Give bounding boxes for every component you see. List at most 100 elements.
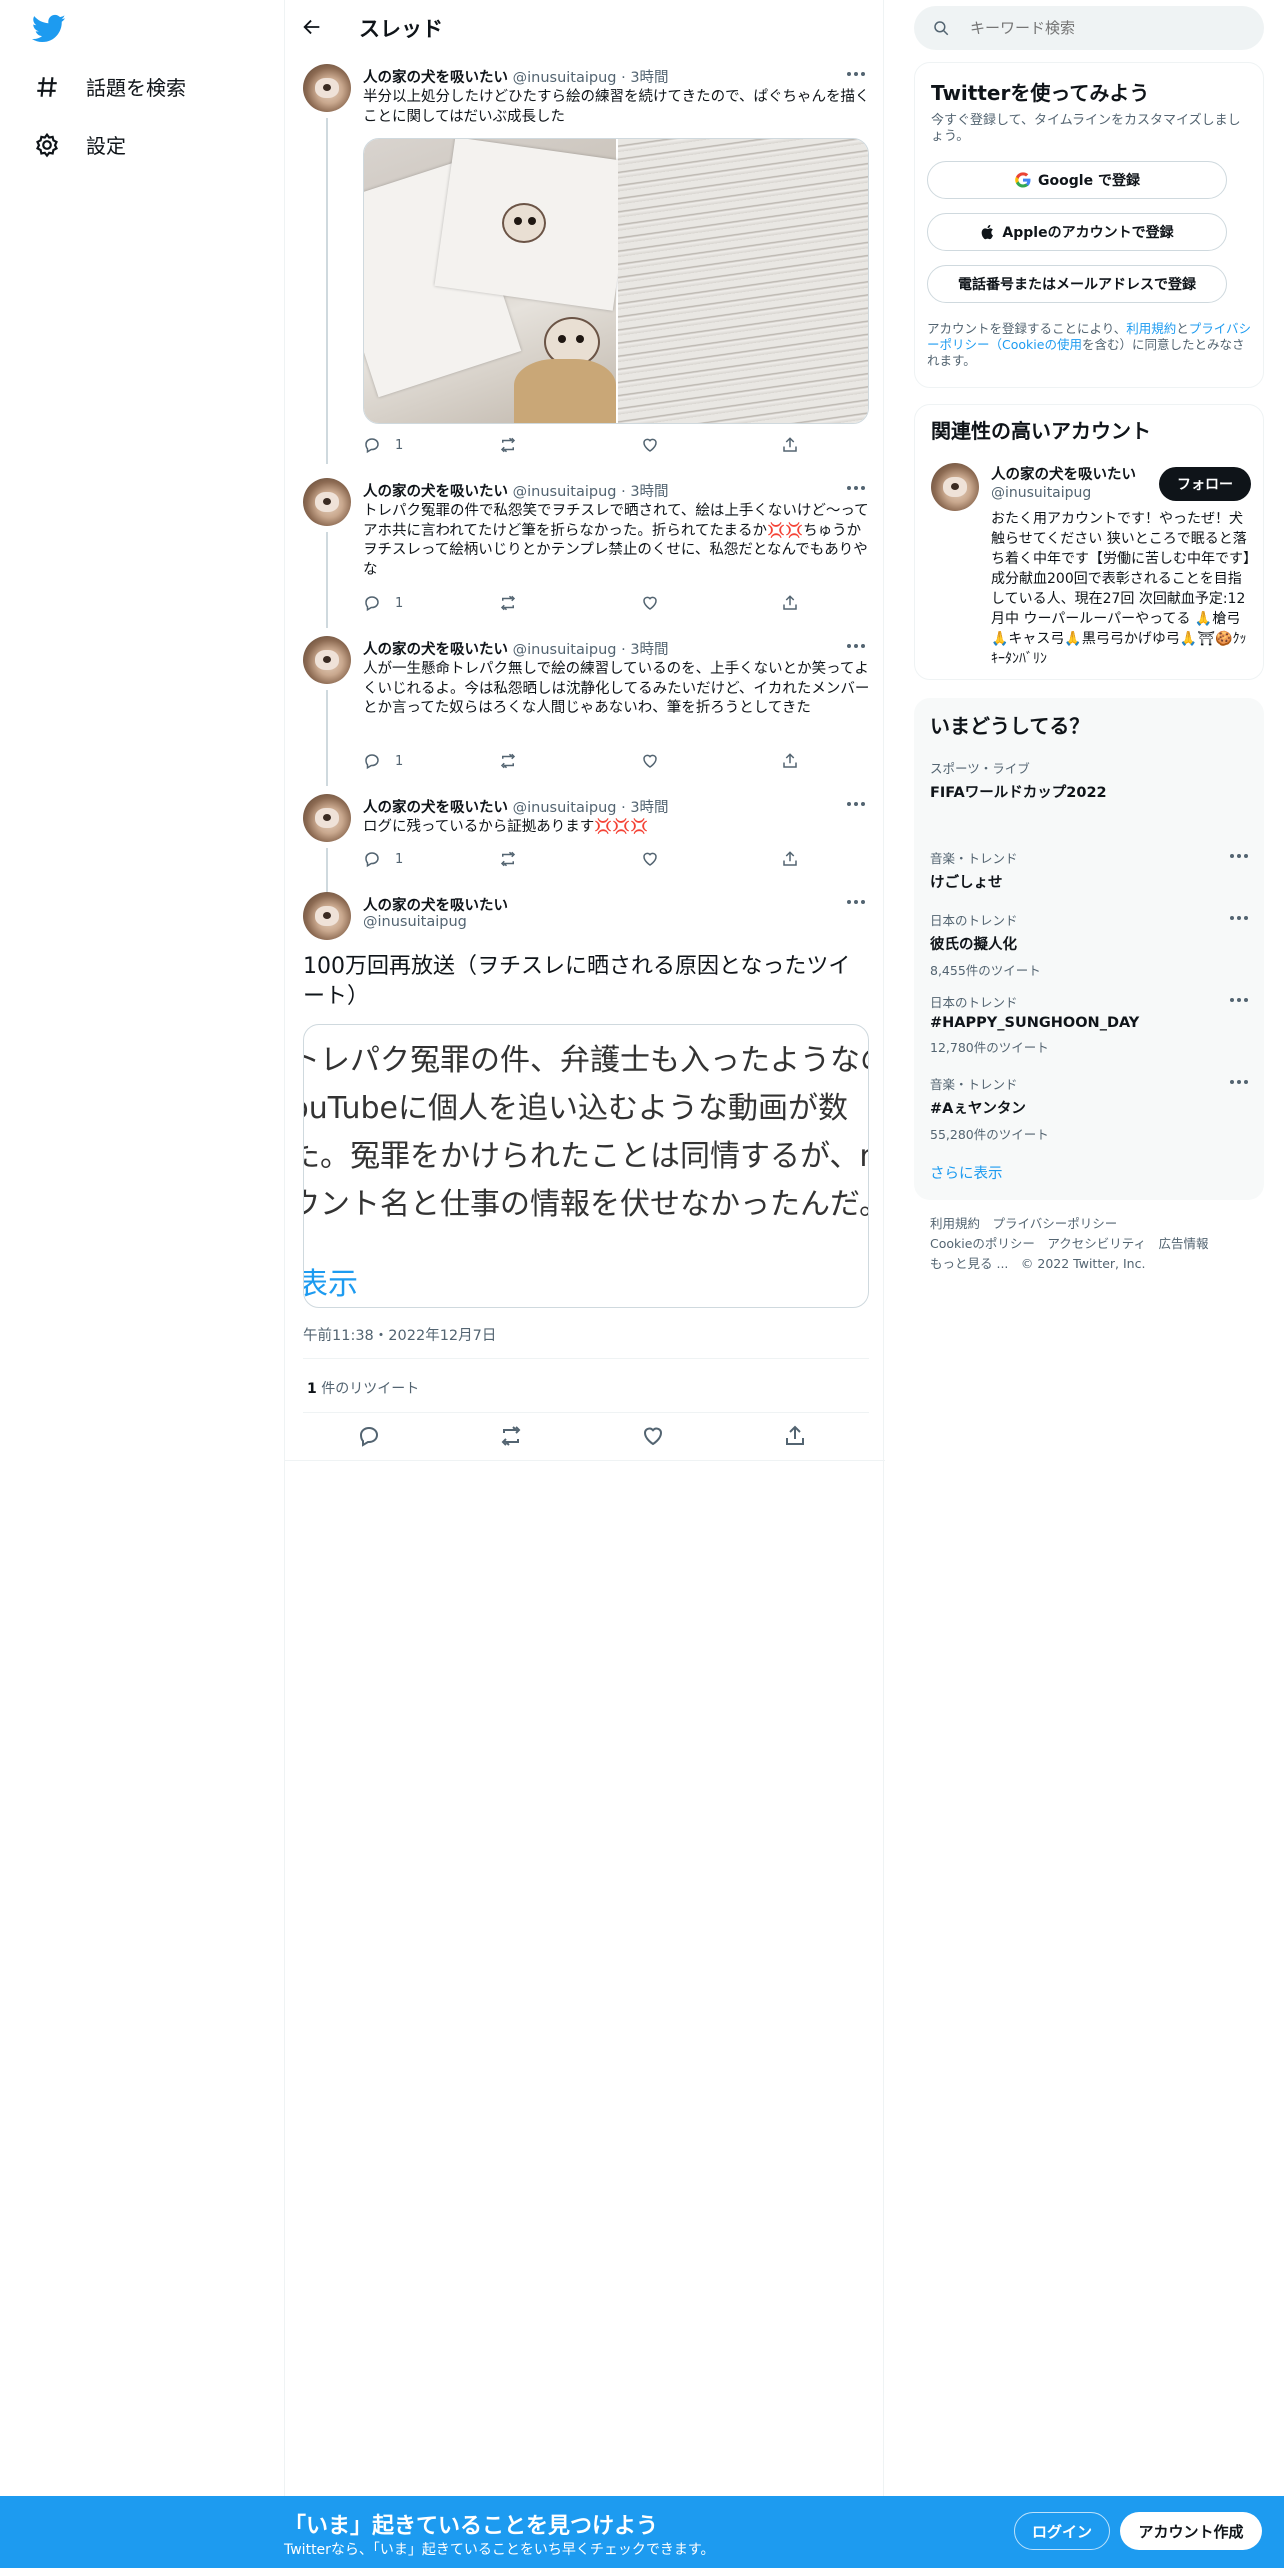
avatar[interactable] — [931, 463, 979, 511]
trend-item[interactable]: 日本のトレンド #HAPPY_SUNGHOON_DAY 12,780件のツイート — [930, 992, 1250, 1056]
avatar[interactable] — [303, 636, 351, 684]
tweet-time[interactable]: 3時間 — [630, 70, 668, 86]
like-icon[interactable] — [641, 594, 659, 612]
quote-show-more[interactable]: 表示 — [304, 1259, 358, 1303]
retweet-icon[interactable] — [499, 1424, 523, 1448]
nav-settings[interactable]: 設定 — [34, 130, 126, 159]
share-icon[interactable] — [781, 850, 799, 868]
terms-link[interactable]: 利用規約 — [1126, 321, 1176, 336]
author-handle[interactable]: @inusuitaipug — [363, 914, 467, 930]
author-handle[interactable]: @inusuitaipug — [513, 800, 617, 816]
search-input[interactable] — [970, 16, 1240, 40]
trend-item[interactable]: 音楽・トレンド #Aぇヤンタン 55,280件のツイート — [930, 1074, 1250, 1143]
footer-line[interactable]: Cookieのポリシー アクセシビリティ 広告情報 — [930, 1234, 1260, 1254]
account-handle[interactable]: @inusuitaipug — [991, 485, 1091, 501]
tweet-time[interactable]: 3時間 — [630, 484, 668, 500]
divider — [285, 1460, 885, 1461]
author-name[interactable]: 人の家の犬を吸いたい — [363, 70, 508, 86]
author-name[interactable]: 人の家の犬を吸いたい — [363, 642, 508, 658]
author-name[interactable]: 人の家の犬を吸いたい — [363, 800, 508, 816]
more-icon[interactable] — [1230, 854, 1248, 858]
more-icon[interactable] — [847, 72, 867, 78]
author-handle[interactable]: @inusuitaipug — [513, 484, 617, 500]
trend-category: スポーツ・ライブ — [930, 761, 1030, 776]
trend-name: 彼氏の擬人化 — [930, 937, 1017, 953]
share-icon[interactable] — [781, 594, 799, 612]
quote-line: YouTubeに個人を追い込むような動画が数 — [303, 1091, 848, 1126]
back-arrow-icon[interactable] — [301, 16, 323, 38]
follow-button[interactable]: フォロー — [1159, 467, 1251, 501]
reply-button[interactable]: 1 — [363, 436, 403, 454]
show-more-link[interactable]: さらに表示 — [930, 1162, 1003, 1183]
google-icon — [1015, 172, 1031, 188]
photo-drawing-stack[interactable] — [618, 139, 868, 423]
reply-icon[interactable] — [357, 1424, 381, 1448]
phone-signup-button[interactable]: 電話番号またはメールアドレスで登録 — [927, 265, 1227, 303]
reply-button[interactable]: 1 — [363, 850, 403, 868]
share-icon[interactable] — [783, 1424, 807, 1448]
share-icon[interactable] — [781, 752, 799, 770]
google-signup-button[interactable]: Google で登録 — [927, 161, 1227, 199]
more-icon[interactable] — [847, 644, 867, 650]
tweet-time[interactable]: 3時間 — [630, 800, 668, 816]
footer-line[interactable]: もっと見る ... © 2022 Twitter, Inc. — [930, 1254, 1260, 1274]
retweet-icon[interactable] — [499, 850, 517, 868]
trend-category: 音楽・トレンド — [930, 851, 1018, 866]
signup-button[interactable]: アカウント作成 — [1120, 2512, 1262, 2550]
footer-line[interactable]: 利用規約 プライバシーポリシー — [930, 1214, 1260, 1234]
like-icon[interactable] — [641, 752, 659, 770]
thread-line — [326, 690, 328, 786]
author-handle[interactable]: @inusuitaipug — [513, 70, 617, 86]
search-icon — [934, 21, 949, 36]
more-icon[interactable] — [1230, 916, 1248, 920]
avatar[interactable] — [303, 794, 351, 842]
avatar[interactable] — [303, 478, 351, 526]
reply-button[interactable]: 1 — [363, 594, 403, 612]
footer-links[interactable]: 利用規約 プライバシーポリシー Cookieのポリシー アクセシビリティ 広告情… — [930, 1214, 1260, 1274]
tweet-actions: 1 — [363, 594, 803, 614]
google-signup-label: Google で登録 — [1038, 173, 1140, 189]
more-icon[interactable] — [847, 486, 867, 492]
retweet-icon[interactable] — [499, 752, 517, 770]
thread-tweet[interactable]: 人の家の犬を吸いたい @inusuitaipug · 3時間 トレパク冤罪の件で… — [285, 478, 885, 628]
search-bar[interactable] — [914, 6, 1264, 50]
avatar[interactable] — [303, 892, 351, 940]
more-icon[interactable] — [1230, 1080, 1248, 1084]
like-icon[interactable] — [641, 850, 659, 868]
share-icon[interactable] — [781, 436, 799, 454]
tweet-timestamp[interactable]: 午前11:38・2022年12月7日 — [303, 1324, 496, 1345]
related-accounts-panel: 関連性の高いアカウント 人の家の犬を吸いたい @inusuitaipug フォロ… — [914, 404, 1264, 680]
cookie-link[interactable]: （Cookieの使用 — [990, 337, 1082, 352]
tweet-media[interactable] — [363, 138, 869, 424]
thread-tweet[interactable]: 人の家の犬を吸いたい @inusuitaipug · 3時間 ログに残っているか… — [285, 794, 885, 892]
twitter-logo-icon[interactable] — [32, 14, 66, 44]
trend-item[interactable]: スポーツ・ライブ FIFAワールドカップ2022 — [930, 758, 1250, 802]
apple-signup-button[interactable]: Appleのアカウントで登録 — [927, 213, 1227, 251]
retweet-icon[interactable] — [499, 594, 517, 612]
trend-item[interactable]: 音楽・トレンド けごしょせ — [930, 848, 1250, 892]
author-handle[interactable]: @inusuitaipug — [513, 642, 617, 658]
thread-tweet[interactable]: 人の家の犬を吸いたい @inusuitaipug · 3時間 人が一生懸命トレパ… — [285, 636, 885, 786]
avatar[interactable] — [303, 64, 351, 112]
account-name[interactable]: 人の家の犬を吸いたい — [991, 463, 1136, 484]
reply-button[interactable]: 1 — [363, 752, 403, 770]
author-name[interactable]: 人の家の犬を吸いたい — [363, 484, 508, 500]
nav-explore[interactable]: 話題を検索 — [34, 72, 186, 101]
author-name[interactable]: 人の家の犬を吸いたい — [363, 894, 508, 915]
login-button[interactable]: ログイン — [1014, 2512, 1110, 2550]
retweet-stats[interactable]: 1 件のリツイート — [307, 1378, 419, 1398]
more-icon[interactable] — [847, 802, 867, 808]
trend-item[interactable]: 日本のトレンド 彼氏の擬人化 8,455件のツイート — [930, 910, 1250, 979]
like-icon[interactable] — [641, 1424, 665, 1448]
thread-tweet[interactable]: 人の家の犬を吸いたい @inusuitaipug · 3時間 半分以上処分したけ… — [285, 64, 885, 464]
retweet-icon[interactable] — [499, 436, 517, 454]
photo-drawing-1[interactable] — [364, 139, 634, 423]
main-tweet-header: 人の家の犬を吸いたい @inusuitaipug — [285, 888, 885, 948]
tweet-text: 半分以上処分したけどひたすら絵の練習を続けてきたので、ぱぐちゃんを描くことに関し… — [363, 89, 870, 125]
more-icon[interactable] — [1230, 998, 1248, 1002]
signup-panel: Twitterを使ってみよう 今すぐ登録して、タイムラインをカスタマイズしましょ… — [914, 62, 1264, 388]
quote-card-image[interactable]: トレパク冤罪の件、弁護士も入ったようなの YouTubeに個人を追い込むような動… — [303, 1024, 869, 1308]
more-icon[interactable] — [847, 900, 867, 906]
like-icon[interactable] — [641, 436, 659, 454]
tweet-time[interactable]: 3時間 — [630, 642, 668, 658]
